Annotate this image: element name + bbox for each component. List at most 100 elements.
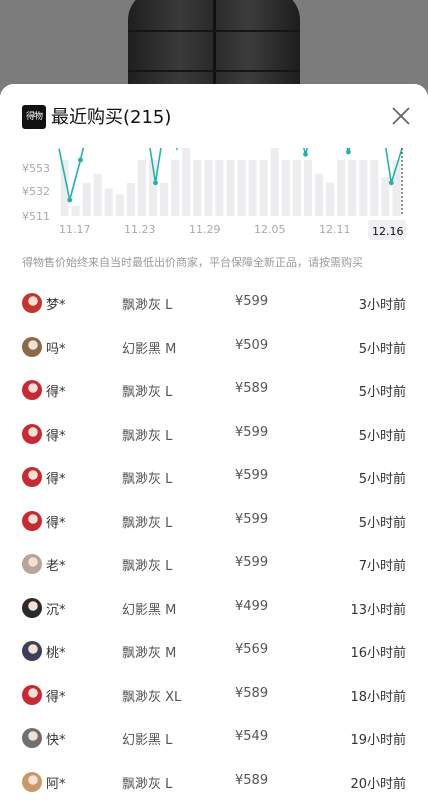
buyer-name: 梦* bbox=[46, 298, 66, 313]
x-tick-label: 12.11 bbox=[319, 223, 351, 236]
price-bar bbox=[359, 160, 368, 216]
size-spec: 飘渺灰 L bbox=[122, 298, 173, 313]
price-bar bbox=[326, 182, 335, 216]
avatar bbox=[22, 641, 42, 661]
x-tick-label: 11.23 bbox=[124, 223, 156, 236]
price-bar bbox=[292, 160, 301, 216]
price-bar bbox=[104, 188, 113, 216]
size-spec: 幻影黑 L bbox=[122, 733, 173, 748]
price-bar bbox=[303, 160, 312, 216]
x-tick-label: 11.29 bbox=[189, 223, 221, 236]
sheet-header: 得物 最近购买(215) bbox=[0, 84, 428, 148]
price-bar bbox=[137, 160, 147, 216]
buyer-name: 得* bbox=[46, 385, 66, 400]
avatar bbox=[22, 336, 42, 357]
y-tick-label: ¥511 bbox=[22, 210, 50, 223]
buyer-name: 得* bbox=[46, 515, 66, 531]
purchase-price: ¥599 bbox=[235, 294, 269, 309]
avatar bbox=[22, 293, 42, 313]
recent-purchases-sheet: 得物 最近购买(215) ¥553 ¥532 ¥511 11.17 11.23 11.29… bbox=[0, 84, 428, 800]
price-bar bbox=[171, 160, 180, 216]
x-tick-label: 12.05 bbox=[254, 223, 286, 236]
purchase-row: 桃* 飘渺灰 M ¥569 16小时前 bbox=[0, 631, 428, 675]
purchase-time: 5小时前 bbox=[358, 385, 406, 400]
purchase-row: 阿* 飘渺灰 L ¥589 20小时前 bbox=[0, 762, 428, 800]
price-bar bbox=[204, 160, 213, 216]
avatar bbox=[22, 467, 42, 487]
price-bar bbox=[193, 160, 202, 216]
price-bar bbox=[160, 182, 169, 216]
purchase-time: 5小时前 bbox=[358, 428, 406, 444]
price-bar bbox=[126, 182, 135, 216]
purchase-price: ¥599 bbox=[235, 511, 269, 527]
purchase-row: 得* 飘渺灰 L ¥599 5小时前 bbox=[0, 414, 428, 458]
avatar bbox=[22, 728, 42, 748]
avatar bbox=[22, 554, 42, 574]
price-bar bbox=[259, 160, 268, 216]
price-bar bbox=[82, 182, 91, 216]
price-bar bbox=[71, 205, 80, 216]
size-spec: 飘渺灰 L bbox=[122, 559, 173, 574]
buyer-name: 阿* bbox=[46, 776, 66, 792]
purchase-row: 得* 飘渺灰 L ¥599 5小时前 bbox=[0, 501, 428, 545]
price-bar bbox=[115, 194, 124, 216]
purchase-time: 16小时前 bbox=[350, 646, 406, 661]
size-spec: 飘渺灰 L bbox=[122, 515, 173, 531]
price-bar bbox=[93, 173, 102, 216]
size-spec: 飘渺灰 L bbox=[122, 385, 173, 400]
price-bar bbox=[337, 160, 346, 216]
purchase-price: ¥599 bbox=[235, 468, 269, 483]
purchase-time: 5小时前 bbox=[358, 472, 406, 487]
price-point bbox=[388, 180, 394, 186]
buyer-name: 老* bbox=[46, 559, 66, 574]
size-spec: 幻影黑 M bbox=[122, 602, 177, 618]
buyer-name: 快* bbox=[46, 733, 66, 748]
price-point bbox=[153, 180, 158, 186]
purchase-price: ¥549 bbox=[235, 729, 269, 744]
price-note: 得物售价始终来自当时最低出价商家，平台保障全新正品，请按需购买 bbox=[22, 256, 363, 269]
price-bar bbox=[182, 148, 191, 216]
purchase-list: 梦* 飘渺灰 L ¥599 3小时前 吗* 幻影黑 M ¥509 5小时前 得* 飘渺灰 L ¥58… bbox=[0, 283, 428, 800]
buyer-name: 沉* bbox=[46, 602, 66, 618]
sheet-title: 最近购买(215) bbox=[51, 107, 172, 128]
x-tick-label: 12.16 bbox=[372, 225, 404, 238]
purchase-row: 得* 飘渺灰 XL ¥589 18小时前 bbox=[0, 675, 428, 719]
purchase-price: ¥599 bbox=[235, 555, 269, 570]
purchase-price: ¥569 bbox=[235, 642, 269, 657]
purchase-row: 快* 幻影黑 L ¥549 19小时前 bbox=[0, 718, 428, 762]
close-icon[interactable] bbox=[390, 105, 412, 127]
purchase-time: 5小时前 bbox=[358, 515, 406, 531]
y-tick-label: ¥532 bbox=[22, 185, 50, 198]
price-point bbox=[78, 157, 83, 163]
avatar bbox=[22, 684, 42, 705]
price-bar bbox=[215, 160, 224, 216]
purchase-time: 18小时前 bbox=[350, 689, 406, 705]
size-spec: 飘渺灰 L bbox=[122, 428, 173, 444]
purchase-time: 3小时前 bbox=[358, 298, 406, 313]
purchase-row: 老* 飘渺灰 L ¥599 7小时前 bbox=[0, 544, 428, 588]
price-bar bbox=[381, 177, 390, 216]
purchase-price: ¥509 bbox=[235, 337, 269, 353]
price-history-chart: ¥553 ¥532 ¥511 11.17 11.23 11.29 12.05 12.11 12.… bbox=[22, 148, 406, 240]
size-spec: 飘渺灰 XL bbox=[122, 689, 182, 705]
price-point bbox=[346, 149, 351, 155]
buyer-name: 得* bbox=[46, 428, 66, 444]
size-spec: 飘渺灰 M bbox=[122, 646, 177, 661]
price-bar bbox=[270, 148, 279, 216]
purchase-row: 吗* 幻影黑 M ¥509 5小时前 bbox=[0, 327, 428, 371]
buyer-name: 得* bbox=[46, 472, 66, 487]
avatar bbox=[22, 423, 42, 444]
buyer-name: 桃* bbox=[46, 646, 66, 661]
avatar bbox=[22, 380, 42, 400]
purchase-price: ¥589 bbox=[235, 772, 269, 788]
price-point bbox=[67, 197, 73, 203]
purchase-time: 20小时前 bbox=[350, 776, 406, 792]
price-bar bbox=[281, 160, 290, 216]
price-point bbox=[303, 151, 308, 157]
purchase-price: ¥499 bbox=[235, 598, 269, 614]
purchase-time: 5小时前 bbox=[358, 341, 406, 357]
avatar bbox=[22, 510, 42, 531]
price-bar bbox=[314, 173, 324, 216]
purchase-price: ¥599 bbox=[235, 424, 269, 440]
y-tick-label: ¥553 bbox=[22, 162, 50, 175]
